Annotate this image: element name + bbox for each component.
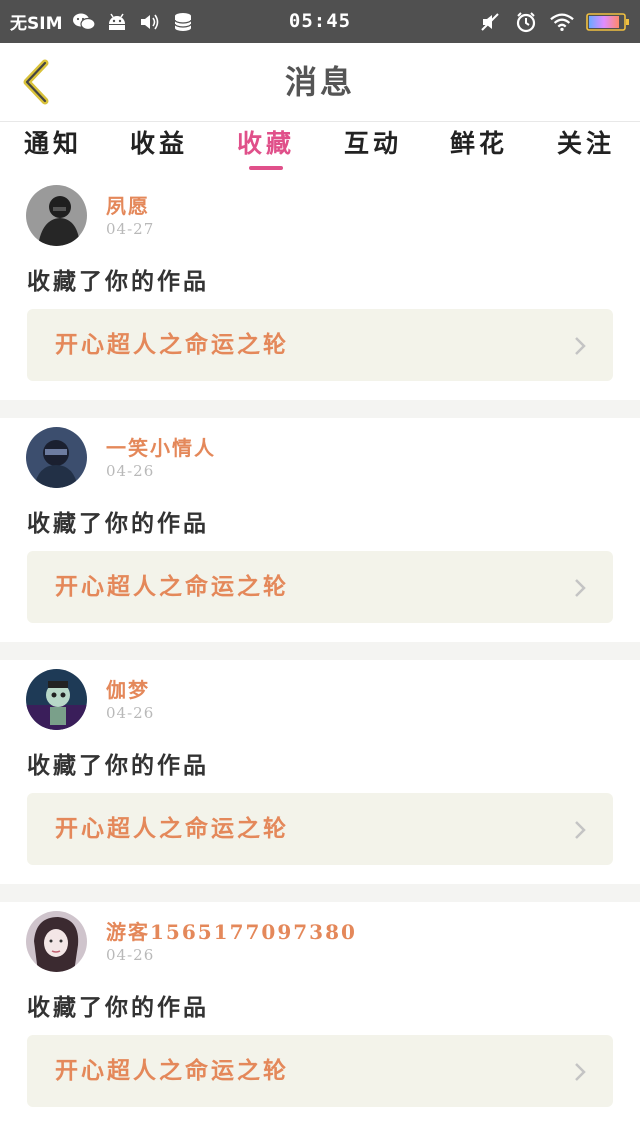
mute-icon [478,11,502,33]
work-link[interactable]: 开心超人之命运之轮 [27,793,613,865]
work-title: 开心超人之命运之轮 [55,815,289,842]
message-card: 一笑小情人 04-26 收藏了你的作品 开心超人之命运之轮 [0,418,640,642]
tab-flowers[interactable]: 鲜花 [426,122,532,176]
wifi-icon [550,11,574,33]
tab-favorites-label: 收藏 [236,129,295,158]
avatar[interactable] [26,669,87,730]
username[interactable]: 一笑小情人 [106,432,216,461]
message-date: 04-26 [106,704,155,722]
message-date: 04-26 [106,462,155,480]
chevron-right-icon [575,821,586,839]
alarm-icon [514,11,538,33]
message-card: 伽梦 04-26 收藏了你的作品 开心超人之命运之轮 [0,660,640,884]
chevron-right-icon [575,579,586,597]
work-link[interactable]: 开心超人之命运之轮 [27,1035,613,1107]
avatar[interactable] [26,185,87,246]
status-bar: 无SIM 05:45 [0,0,640,43]
active-tab-indicator [249,166,283,170]
username[interactable]: 游客1565177097380 [106,916,357,945]
navigation-bar: 消息 [0,43,640,122]
avatar[interactable] [26,911,87,972]
message-date: 04-27 [106,220,155,238]
tab-favorites[interactable]: 收藏 [213,122,319,176]
divider [0,400,640,418]
work-title: 开心超人之命运之轮 [55,331,289,358]
tab-interactions[interactable]: 互动 [320,122,426,176]
work-title: 开心超人之命运之轮 [55,1057,289,1084]
tab-earnings[interactable]: 收益 [106,122,212,176]
chevron-right-icon [575,1063,586,1081]
action-text: 收藏了你的作品 [27,752,209,779]
work-link[interactable]: 开心超人之命运之轮 [27,551,613,623]
tab-following[interactable]: 关注 [533,122,639,176]
battery-icon [586,11,630,33]
status-bar-right [478,0,630,43]
tab-notifications[interactable]: 通知 [0,122,106,176]
page-title: 消息 [284,63,355,101]
message-date: 04-26 [106,946,155,964]
message-card: 游客1565177097380 04-26 收藏了你的作品 开心超人之命运之轮 [0,902,640,1126]
username[interactable]: 夙愿 [106,190,150,219]
username[interactable]: 伽梦 [106,674,150,703]
chevron-right-icon [575,337,586,355]
action-text: 收藏了你的作品 [27,268,209,295]
action-text: 收藏了你的作品 [27,994,209,1021]
tab-bar: 通知 收益 收藏 互动 鲜花 关注 [0,122,640,176]
message-list: 夙愿 04-27 收藏了你的作品 开心超人之命运之轮 一笑小情人 04-26 收… [0,176,640,1126]
work-title: 开心超人之命运之轮 [55,573,289,600]
divider [0,642,640,660]
work-link[interactable]: 开心超人之命运之轮 [27,309,613,381]
message-card: 夙愿 04-27 收藏了你的作品 开心超人之命运之轮 [0,176,640,400]
avatar[interactable] [26,427,87,488]
divider [0,884,640,902]
action-text: 收藏了你的作品 [27,510,209,537]
